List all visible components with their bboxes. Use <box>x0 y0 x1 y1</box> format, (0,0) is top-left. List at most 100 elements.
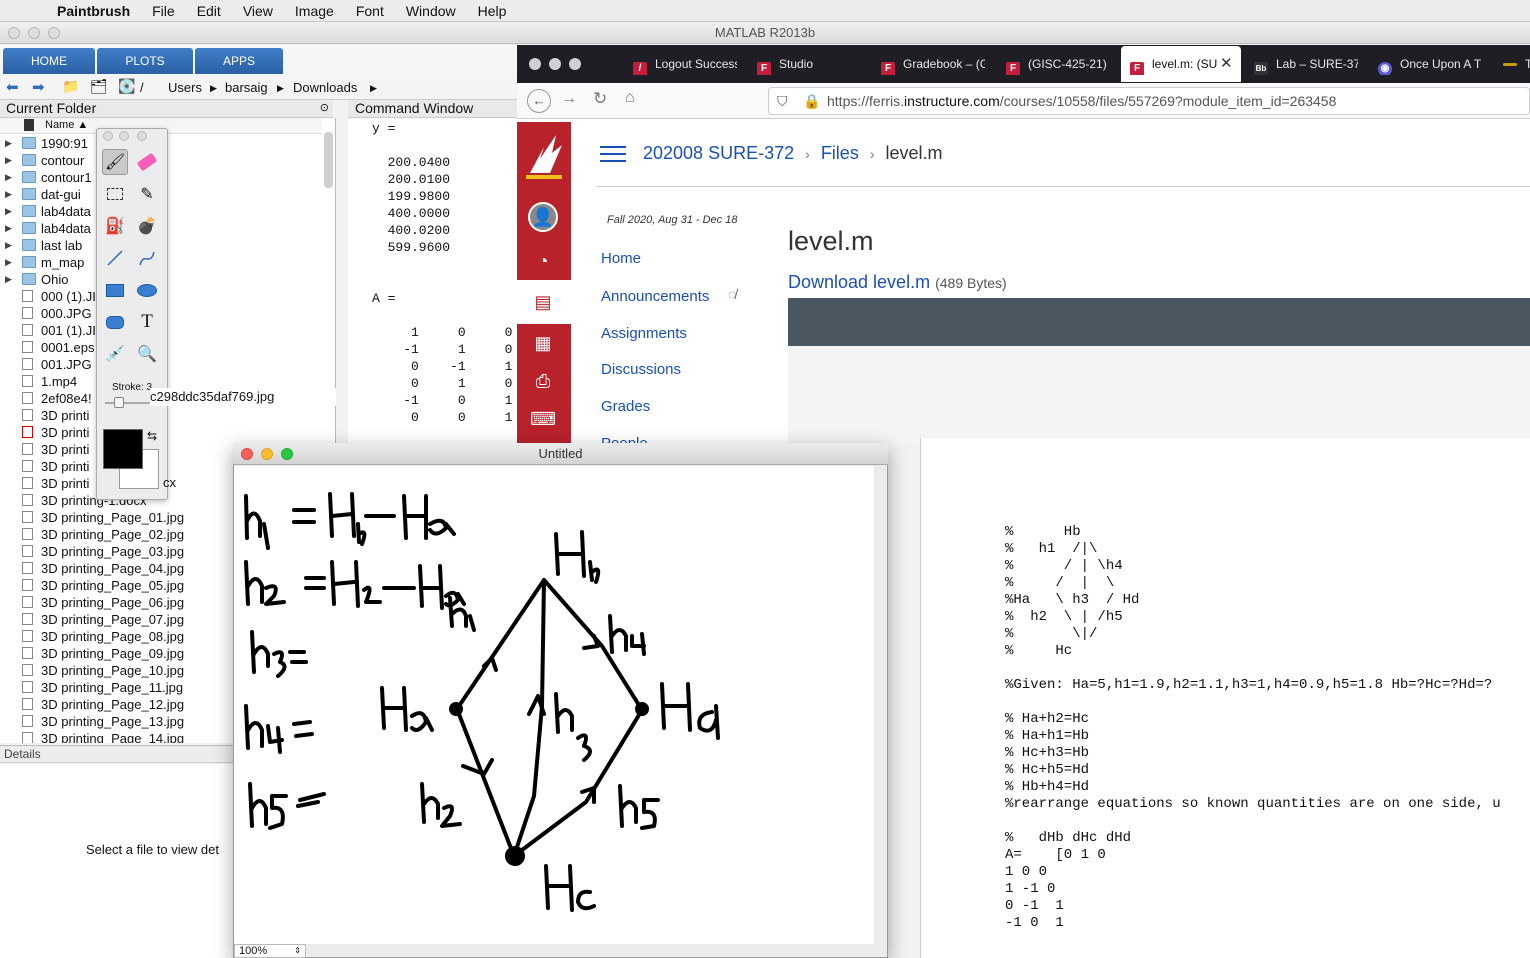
browser-tab[interactable]: F Gradebook – (G <box>881 53 985 75</box>
close-button[interactable] <box>241 448 253 460</box>
browser-zoom-button[interactable] <box>569 58 581 70</box>
url-host: instructure.com <box>904 93 1000 109</box>
minimize-button[interactable] <box>261 448 273 460</box>
path-root[interactable]: / <box>140 80 144 95</box>
url-bar[interactable]: ⛉ 🔒 https://ferris.instructure.com/cours… <box>768 87 1530 115</box>
close-button[interactable] <box>8 27 20 39</box>
panel-menu-icon[interactable]: ⊙ <box>320 100 329 117</box>
ferris-logo[interactable] <box>517 122 571 186</box>
browser-tab[interactable]: Bb Lab – SURE-37 <box>1254 53 1358 75</box>
current-folder-header: Current Folder ⊙ <box>0 100 333 118</box>
paint-bucket-icon[interactable]: ⛽ <box>102 213 128 239</box>
command-window[interactable]: y = 200.0400 200.0100 199.9800 400.0000 … <box>348 118 518 443</box>
path-users[interactable]: Users <box>168 80 202 95</box>
calendar-icon[interactable]: ▦ <box>528 328 558 358</box>
forward-arrow-icon[interactable]: ➡ <box>32 78 45 96</box>
eraser-tool-icon[interactable] <box>134 149 160 175</box>
menu-file[interactable]: File <box>141 3 186 19</box>
menu-image[interactable]: Image <box>284 3 345 19</box>
tab-home[interactable]: HOME <box>3 48 95 74</box>
dashboard-icon[interactable]: ◔ <box>528 246 558 276</box>
forward-icon[interactable]: → <box>561 90 577 108</box>
expand-arrow-icon[interactable]: ▶ <box>5 135 12 152</box>
path-user[interactable]: barsaig <box>225 80 268 95</box>
name-column-header[interactable]: Name ▲ <box>45 119 88 131</box>
back-arrow-icon[interactable]: ⬅ <box>6 78 19 96</box>
palette-zoom-button[interactable] <box>137 131 147 141</box>
file-name: contour <box>41 153 85 168</box>
browser-tab-active[interactable]: Flevel.m: (SU <box>1130 53 1222 75</box>
palette-minimize-button[interactable] <box>119 131 129 141</box>
selection-tool-icon[interactable] <box>102 181 128 207</box>
course-nav-grades[interactable]: Grades <box>601 398 650 415</box>
browser-tab[interactable]: / Logout Success <box>633 53 737 75</box>
expand-arrow-icon[interactable]: ▶ <box>5 237 12 254</box>
browser-tab[interactable]: ◉ Once Upon A T <box>1378 53 1482 75</box>
brush-tool-icon[interactable]: 🖌 <box>102 149 128 175</box>
hamburger-menu-icon[interactable] <box>600 144 626 164</box>
expand-arrow-icon[interactable]: ▶ <box>5 254 12 271</box>
menu-help[interactable]: Help <box>467 3 518 19</box>
expand-arrow-icon[interactable]: ▶ <box>5 271 12 288</box>
browser-close-button[interactable] <box>529 58 541 70</box>
browse-folder-icon[interactable]: 🗂 <box>90 78 108 95</box>
rounded-rect-tool-icon[interactable] <box>102 309 128 335</box>
folder-icon <box>22 188 36 200</box>
browser-tab[interactable]: F Studio <box>757 53 861 75</box>
zoom-button[interactable] <box>48 27 60 39</box>
ellipse-tool-icon[interactable] <box>134 277 160 303</box>
menu-view[interactable]: View <box>232 3 284 19</box>
expand-arrow-icon[interactable]: ▶ <box>5 152 12 169</box>
zoom-button[interactable] <box>281 448 293 460</box>
menu-app-name[interactable]: Paintbrush <box>46 3 141 19</box>
expand-arrow-icon[interactable]: ▶ <box>5 169 12 186</box>
file-icon <box>22 443 33 455</box>
drawing-canvas[interactable] <box>234 466 874 944</box>
close-tab-icon[interactable]: ✕ <box>1220 53 1233 75</box>
menu-window[interactable]: Window <box>395 3 467 19</box>
minimize-button[interactable] <box>28 27 40 39</box>
account-avatar-icon[interactable]: 👤 <box>528 202 558 232</box>
rectangle-tool-icon[interactable] <box>102 277 128 303</box>
curve-tool-icon[interactable] <box>134 245 160 271</box>
swap-colors-icon[interactable]: ⇆ <box>147 429 157 443</box>
course-nav-people[interactable]: People <box>601 435 648 443</box>
zoom-tool-icon[interactable]: 🔍 <box>134 341 160 367</box>
course-nav-discussions[interactable]: Discussions <box>601 361 681 378</box>
browser-tab[interactable]: F (GISC-425-21) <box>1006 53 1110 75</box>
path-downloads[interactable]: Downloads <box>293 80 357 95</box>
menu-font[interactable]: Font <box>345 3 395 19</box>
back-icon[interactable]: ← <box>527 89 551 113</box>
course-nav-assignments[interactable]: Assignments <box>601 325 687 342</box>
stroke-slider-thumb[interactable] <box>114 397 124 408</box>
reload-icon[interactable]: ↻ <box>593 89 607 109</box>
breadcrumb-files[interactable]: Files <box>821 143 859 163</box>
line-tool-icon[interactable] <box>102 245 128 271</box>
root-drive-icon[interactable]: 💽 <box>118 78 135 95</box>
course-nav-home[interactable]: Home <box>601 250 641 267</box>
scrollbar-thumb[interactable] <box>324 132 333 188</box>
browser-minimize-button[interactable] <box>549 58 561 70</box>
browser-tab[interactable]: T <box>1503 53 1530 75</box>
breadcrumb-course[interactable]: 202008 SURE-372 <box>643 143 794 163</box>
tab-apps[interactable]: APPS <box>195 48 283 74</box>
palette-close-button[interactable] <box>103 131 113 141</box>
eyedropper-tool-icon[interactable]: 💉 <box>102 341 128 367</box>
studio-icon[interactable]: ⌨ <box>528 404 558 434</box>
shield-icon[interactable]: ⛉ <box>777 88 788 114</box>
spray-can-icon[interactable]: 💣 <box>134 213 160 239</box>
download-link[interactable]: Download level.m <box>788 272 930 292</box>
tab-plots[interactable]: PLOTS <box>97 48 193 74</box>
expand-arrow-icon[interactable]: ▶ <box>5 220 12 237</box>
up-folder-icon[interactable]: 📁 <box>62 78 79 95</box>
expand-arrow-icon[interactable]: ▶ <box>5 203 12 220</box>
zoom-select[interactable]: 100% ⇕ <box>234 944 306 958</box>
magic-wand-icon[interactable]: ✎ <box>134 181 160 207</box>
inbox-icon[interactable]: ⎙ <box>528 366 558 396</box>
primary-color-swatch[interactable] <box>103 429 143 469</box>
home-icon[interactable]: ⌂ <box>625 89 635 107</box>
text-tool-icon[interactable]: T <box>134 309 160 335</box>
menu-edit[interactable]: Edit <box>186 3 232 19</box>
expand-arrow-icon[interactable]: ▶ <box>5 186 12 203</box>
course-nav-announcements[interactable]: Announcements <box>601 288 709 305</box>
